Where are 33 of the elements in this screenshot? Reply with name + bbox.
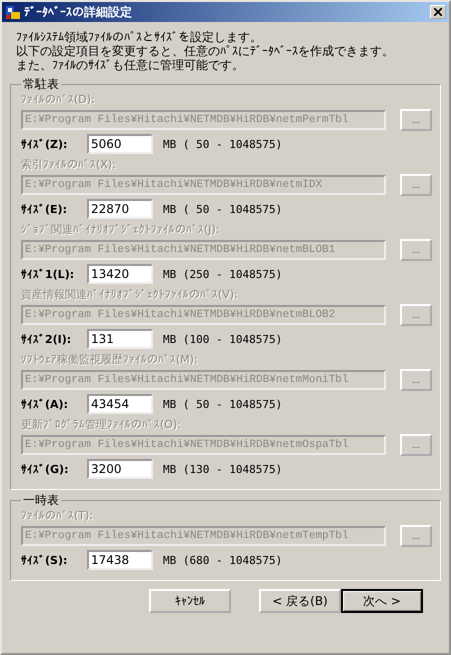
path-label: ｿﾌﾄｳｪｱ稼働監視履歴ﾌｧｲﾙのﾊﾟｽ(M): — [21, 353, 199, 367]
size-range: MB ( 50 - 1048575) — [163, 398, 282, 410]
size-range: MB ( 50 - 1048575) — [163, 138, 282, 150]
size-label: ｻｲｽﾞ1(L): — [21, 268, 76, 280]
path-label: 索引ﾌｧｲﾙのﾊﾟｽ(X): — [21, 158, 117, 172]
path-label: ｼﾞｮﾌﾞ関連ﾊﾞｲﾅﾘｵﾌﾞｼﾞｪｸﾄﾌｧｲﾙのﾊﾟｽ(J): — [21, 223, 221, 237]
size-label: ｻｲｽﾞ(G): — [21, 462, 70, 476]
dialog-button[interactable]: < 戻る(B) — [259, 589, 341, 613]
size-label: ｻｲｽﾞ(E): — [21, 202, 68, 216]
intro-text: また、ﾌｧｲﾙのｻｲｽﾞも任意に管理可能です。 — [16, 58, 245, 72]
size-label: ｻｲｽﾞ(S): — [21, 554, 68, 566]
size-label: ｻｲｽﾞ(A): — [21, 398, 69, 410]
size-range: MB ( 50 - 1048575) — [163, 202, 282, 216]
group-title: 一時表 — [22, 492, 60, 509]
size-range: MB (100 - 1048575) — [163, 332, 282, 346]
intro-text: ﾌｧｲﾙｼｽﾃﾑ領域ﾌｧｲﾙのﾊﾟｽとｻｲｽﾞを設定します。 — [16, 30, 263, 44]
path-label: ﾌｧｲﾙのﾊﾟｽ(D): — [21, 93, 96, 107]
close-button[interactable] — [430, 5, 446, 19]
size-range: MB (130 - 1048575) — [163, 462, 282, 476]
size-label: ｻｲｽﾞ(Z): — [21, 138, 68, 150]
path-label: 資産情報関連ﾊﾞｲﾅﾘｵﾌﾞｼﾞｪｸﾄﾌｧｲﾙのﾊﾟｽ(V): — [21, 288, 239, 302]
app-icon — [5, 4, 21, 20]
intro-text: 以下の設定項目を変更すると、任意のﾊﾟｽにﾃﾞｰﾀﾍﾞｰｽを作成できます。 — [16, 44, 395, 58]
dialog-button[interactable]: 次へ > — [341, 589, 423, 613]
dialog-button[interactable]: ｷｬﾝｾﾙ — [149, 589, 231, 613]
path-label: 更新ﾌﾟﾛｸﾞﾗﾑ管理ﾌｧｲﾙのﾊﾟｽ(O): — [21, 418, 182, 432]
size-range: MB (250 - 1048575) — [163, 268, 282, 280]
path-label: ﾌｧｲﾙのﾊﾟｽ(T): — [21, 509, 94, 523]
size-label: ｻｲｽﾞ2(I): — [21, 332, 72, 346]
window-title: ﾃﾞｰﾀﾍﾞｰｽの詳細設定 — [24, 4, 133, 20]
close-icon — [434, 8, 442, 16]
size-range: MB (680 - 1048575) — [163, 554, 282, 566]
group-title: 常駐表 — [22, 76, 60, 93]
